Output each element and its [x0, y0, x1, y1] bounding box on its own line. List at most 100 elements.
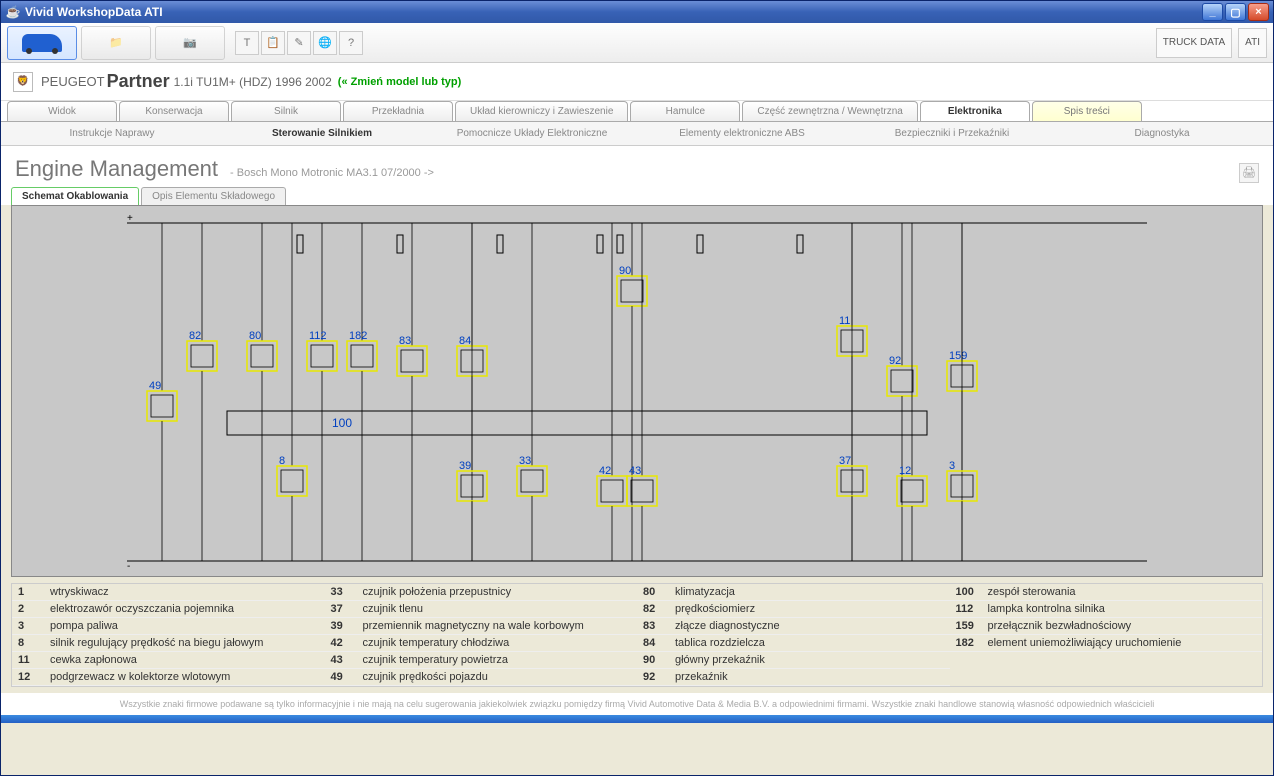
svg-text:49: 49: [149, 380, 161, 392]
legend-number: 90: [637, 652, 669, 668]
legend-row: 82prędkościomierz: [637, 601, 950, 618]
legend-text: czujnik temperatury powietrza: [357, 652, 638, 668]
legend-text: elektrozawór oczyszczania pojemnika: [44, 601, 325, 617]
main-tab-4[interactable]: Układ kierowniczy i Zawieszenie: [455, 101, 628, 121]
app-icon: ☕: [5, 4, 21, 20]
section-subtitle: - Bosch Mono Motronic MA3.1 07/2000 ->: [230, 167, 434, 179]
svg-text:43: 43: [629, 465, 641, 477]
svg-text:182: 182: [349, 330, 367, 342]
svg-text:8: 8: [279, 455, 285, 467]
legend-text: pompa paliwa: [44, 618, 325, 634]
legend-row: 83złącze diagnostyczne: [637, 618, 950, 635]
window-title: Vivid WorkshopData ATI: [25, 5, 163, 19]
main-tab-8[interactable]: Spis treści: [1032, 101, 1142, 121]
legend-number: 42: [325, 635, 357, 651]
legend-row: 182element uniemożliwiający uruchomienie: [950, 635, 1263, 652]
legend-text: cewka zapłonowa: [44, 652, 325, 668]
section-header: Engine Management - Bosch Mono Motronic …: [1, 146, 1273, 187]
vehicle-engine: 1.1i TU1M+ (HDZ) 1996 2002: [174, 75, 332, 89]
legend-row: 42czujnik temperatury chłodziwa: [325, 635, 638, 652]
sub-tabs: Instrukcje NaprawySterowanie SilnikiemPo…: [1, 122, 1273, 146]
os-taskbar: [1, 715, 1273, 723]
wiring-diagram[interactable]: + - 100 82801121828384901149839334243379…: [12, 206, 1262, 576]
legend-number: 43: [325, 652, 357, 668]
tool-small-4[interactable]: 🌐: [313, 31, 337, 55]
tool-small-5[interactable]: ?: [339, 31, 363, 55]
titlebar: ☕ Vivid WorkshopData ATI _ ▢ ×: [1, 1, 1273, 23]
main-tab-6[interactable]: Część zewnętrzna / Wewnętrzna: [742, 101, 917, 121]
svg-text:42: 42: [599, 465, 611, 477]
svg-text:83: 83: [399, 335, 411, 347]
legend-text: czujnik temperatury chłodziwa: [357, 635, 638, 651]
legend-text: element uniemożliwiający uruchomienie: [982, 635, 1263, 651]
car-icon: [22, 34, 62, 52]
legend-text: podgrzewacz w kolektorze wlotowym: [44, 669, 325, 685]
close-button[interactable]: ×: [1248, 3, 1269, 21]
legend-row: 80klimatyzacja: [637, 584, 950, 601]
svg-text:11: 11: [839, 315, 850, 327]
truckdata-logo: TRUCK DATA: [1156, 28, 1232, 58]
legend-row: 3pompa paliwa: [12, 618, 325, 635]
inner-tab-0[interactable]: Schemat Okablowania: [11, 187, 139, 205]
sub-tab-3[interactable]: Elementy elektroniczne ABS: [637, 124, 847, 143]
legend-column: 1wtryskiwacz2elektrozawór oczyszczania p…: [12, 584, 325, 686]
legend-number: 80: [637, 584, 669, 600]
legend-row: 1wtryskiwacz: [12, 584, 325, 601]
legend-row: 2elektrozawór oczyszczania pojemnika: [12, 601, 325, 618]
legend-number: 49: [325, 669, 357, 685]
legend-text: lampka kontrolna silnika: [982, 601, 1263, 617]
main-tab-2[interactable]: Silnik: [231, 101, 341, 121]
sub-tab-2[interactable]: Pomocnicze Układy Elektroniczne: [427, 124, 637, 143]
legend-column: 100zespół sterowania112lampka kontrolna …: [950, 584, 1263, 686]
sub-tab-1[interactable]: Sterowanie Silnikiem: [217, 124, 427, 143]
sub-tab-0[interactable]: Instrukcje Naprawy: [7, 124, 217, 143]
main-tab-1[interactable]: Konserwacja: [119, 101, 229, 121]
main-tab-7[interactable]: Elektronika: [920, 101, 1030, 121]
main-tab-3[interactable]: Przekładnia: [343, 101, 453, 121]
sub-tab-4[interactable]: Bezpieczniki i Przekaźniki: [847, 124, 1057, 143]
vehicle-model: Partner: [107, 71, 170, 92]
svg-text:80: 80: [249, 330, 261, 342]
legend-text: przekaźnik: [669, 669, 950, 685]
legend-column: 33czujnik położenia przepustnicy37 czujni…: [325, 584, 638, 686]
svg-text:112: 112: [309, 330, 327, 342]
tool-small-3[interactable]: ✎: [287, 31, 311, 55]
svg-text:37: 37: [839, 455, 851, 467]
legend-number: 8: [12, 635, 44, 651]
inner-tab-1[interactable]: Opis Elementu Składowego: [141, 187, 286, 205]
legend-row: 33czujnik położenia przepustnicy: [325, 584, 638, 601]
legend-row: 92przekaźnik: [637, 669, 950, 686]
legend-text: zespół sterowania: [982, 584, 1263, 600]
legend-number: 37: [325, 601, 357, 617]
svg-text:92: 92: [889, 355, 901, 367]
minimize-button[interactable]: _: [1202, 3, 1223, 21]
legend-number: 182: [950, 635, 982, 651]
svg-text:100: 100: [332, 416, 352, 430]
legend-text: wtryskiwacz: [44, 584, 325, 600]
legend-text: silnik regulujący prędkość na biegu jało…: [44, 635, 325, 651]
legend-text: złącze diagnostyczne: [669, 618, 950, 634]
toolbar-button-2[interactable]: 📁: [81, 26, 151, 60]
main-tab-5[interactable]: Hamulce: [630, 101, 740, 121]
tool-small-2[interactable]: 📋: [261, 31, 285, 55]
svg-text:90: 90: [619, 265, 631, 277]
legend-number: 33: [325, 584, 357, 600]
sub-tab-5[interactable]: Diagnostyka: [1057, 124, 1267, 143]
tool-small-1[interactable]: T: [235, 31, 259, 55]
change-model-link[interactable]: (« Zmień model lub typ): [338, 76, 461, 88]
svg-text:33: 33: [519, 455, 531, 467]
main-tab-0[interactable]: Widok: [7, 101, 117, 121]
legend-number: 84: [637, 635, 669, 651]
legend-number: 92: [637, 669, 669, 685]
maximize-button[interactable]: ▢: [1225, 3, 1246, 21]
peugeot-logo-icon: 🦁: [13, 72, 33, 92]
vehicle-select-button[interactable]: [7, 26, 77, 60]
print-button[interactable]: 🖨: [1239, 163, 1259, 183]
footer-disclaimer: Wszystkie znaki firmowe podawane są tylk…: [1, 693, 1273, 715]
toolbar-button-3[interactable]: 📷: [155, 26, 225, 60]
legend-row: 112lampka kontrolna silnika: [950, 601, 1263, 618]
legend-text: prędkościomierz: [669, 601, 950, 617]
legend-number: 3: [12, 618, 44, 634]
legend-table: 1wtryskiwacz2elektrozawór oczyszczania p…: [11, 583, 1263, 687]
ati-logo: ATI: [1238, 28, 1267, 58]
